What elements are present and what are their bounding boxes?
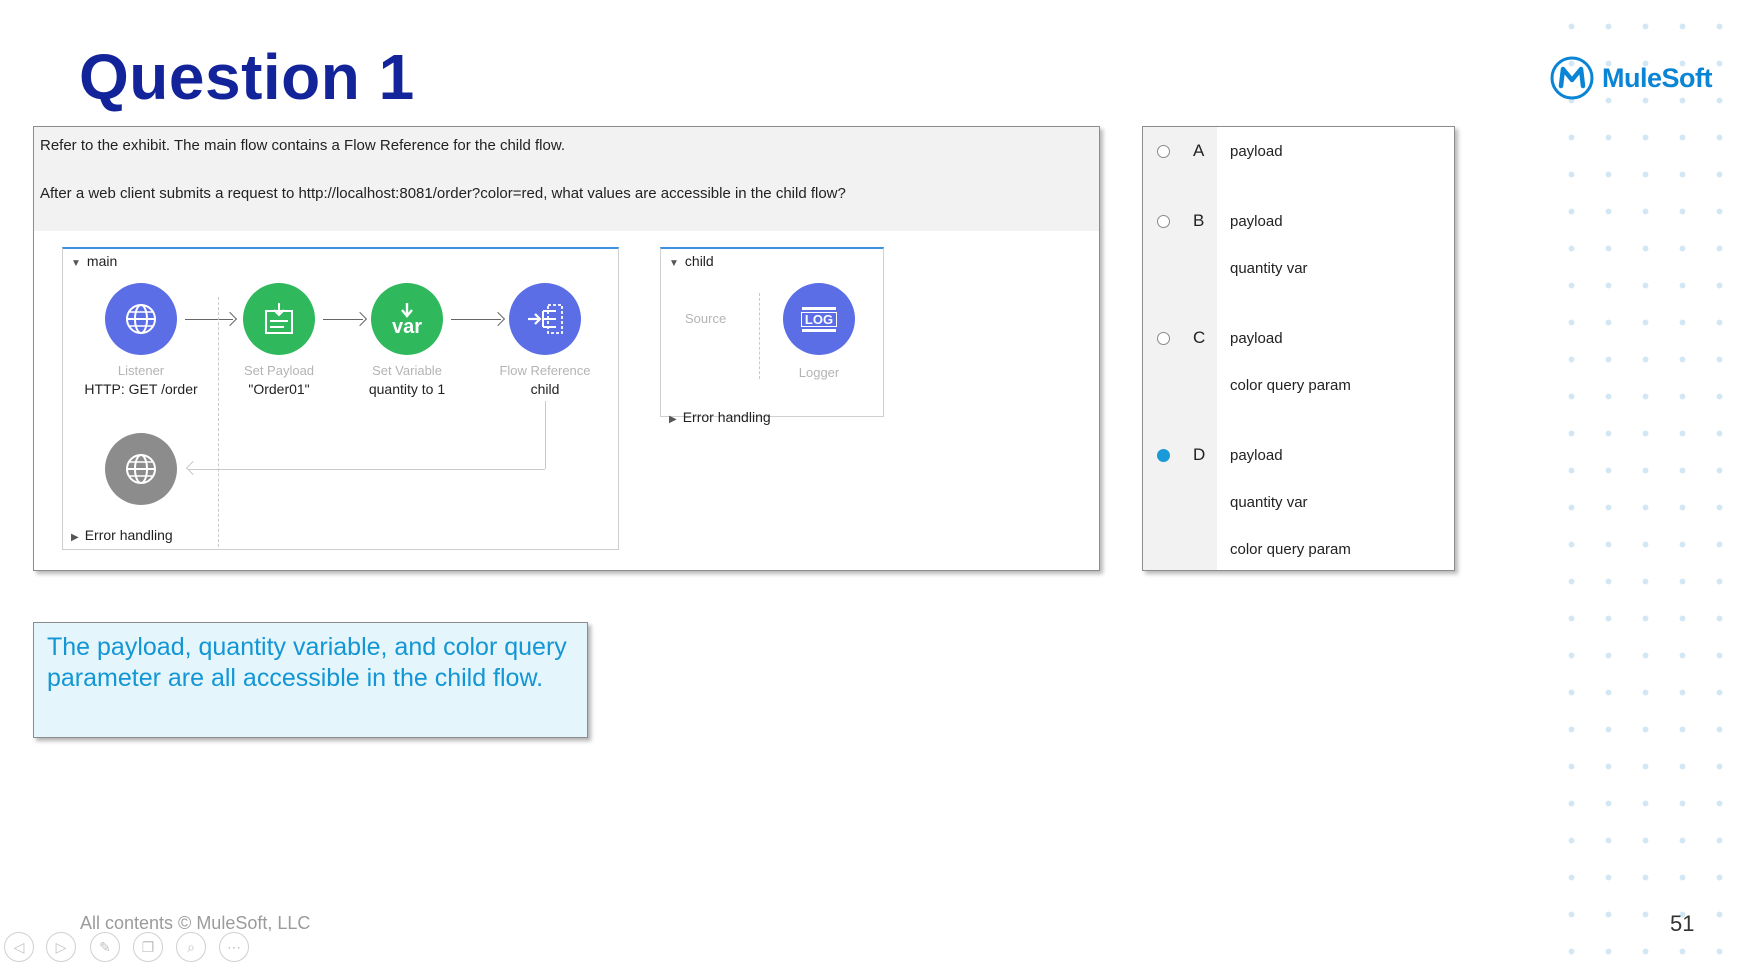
- question-line-2: After a web client submits a request to …: [40, 185, 846, 202]
- radio-option-b[interactable]: [1157, 215, 1170, 228]
- collapse-triangle-icon: ▼: [669, 258, 679, 269]
- option-d-line-2: quantity var: [1230, 494, 1308, 511]
- child-flow-name: child: [684, 253, 714, 269]
- set-payload-label: Set Payload: [243, 363, 315, 378]
- set-payload-icon: [265, 303, 293, 334]
- return-arrowhead: [185, 460, 201, 476]
- flow-arrow: [323, 319, 363, 320]
- option-letter-d: D: [1193, 445, 1206, 464]
- question-text-area: Refer to the exhibit. The main flow cont…: [34, 127, 1099, 231]
- log-icon: LOG: [800, 306, 838, 332]
- option-d-line-3: color query param: [1230, 541, 1351, 558]
- pen-tool-button[interactable]: ✎: [90, 932, 120, 962]
- logo-text: MuleSoft: [1602, 62, 1713, 93]
- radio-option-d[interactable]: [1157, 449, 1170, 462]
- main-flow-name: main: [86, 253, 118, 269]
- globe-icon: [126, 454, 156, 484]
- main-error-handling-label: Error handling: [84, 527, 173, 543]
- logger-label: Logger: [798, 365, 840, 380]
- listener-node: [105, 283, 177, 355]
- flow-arrow: [185, 319, 233, 320]
- set-variable-node: var: [371, 283, 443, 355]
- answer-options-panel: A payload B payload quantity var C paylo…: [1142, 126, 1455, 571]
- more-icon: ⋯: [227, 938, 241, 955]
- child-flow-header: ▼ child: [669, 253, 714, 269]
- mulesoft-m-icon: [1550, 56, 1594, 100]
- return-path-vertical: [545, 401, 546, 469]
- zoom-button[interactable]: ⌕: [176, 932, 206, 962]
- expand-triangle-icon: ▶: [71, 532, 79, 543]
- slides-icon: ❐: [141, 938, 155, 955]
- answer-explanation-box: The payload, quantity variable, and colo…: [33, 622, 588, 738]
- option-c-line-1: payload: [1230, 330, 1283, 347]
- next-icon: ▷: [55, 938, 67, 955]
- answer-selector-column: [1143, 127, 1217, 570]
- option-b-line-2: quantity var: [1230, 260, 1308, 277]
- response-node: [105, 433, 177, 505]
- flow-reference-node: [509, 283, 581, 355]
- question-line-1: Refer to the exhibit. The main flow cont…: [40, 137, 565, 154]
- more-options-button[interactable]: ⋯: [219, 932, 249, 962]
- mulesoft-logo: MuleSoft: [1550, 56, 1713, 100]
- zoom-icon: ⌕: [187, 938, 195, 955]
- flow-reference-value: child: [530, 381, 560, 397]
- option-b-line-1: payload: [1230, 213, 1283, 230]
- collapse-triangle-icon: ▼: [71, 258, 81, 269]
- see-all-slides-button[interactable]: ❐: [133, 932, 163, 962]
- option-c-line-2: color query param: [1230, 377, 1351, 394]
- expand-triangle-icon: ▶: [669, 414, 677, 425]
- main-flow-header: ▼ main: [71, 253, 117, 269]
- decorative-dot-pattern: [1545, 0, 1748, 956]
- slide-title: Question 1: [79, 41, 415, 113]
- previous-icon: ◁: [13, 938, 25, 955]
- previous-slide-button[interactable]: ◁: [4, 932, 34, 962]
- child-error-handling[interactable]: ▶ Error handling: [669, 409, 771, 425]
- question-panel: Refer to the exhibit. The main flow cont…: [33, 126, 1100, 571]
- return-path-horizontal: [189, 469, 545, 470]
- logger-node: LOG: [783, 283, 855, 355]
- set-payload-node: [243, 283, 315, 355]
- set-variable-label: Set Variable: [372, 363, 442, 378]
- page-number: 51: [1670, 911, 1695, 936]
- option-letter-a: A: [1193, 141, 1205, 160]
- flow-reference-icon: [528, 304, 563, 334]
- source-placeholder: Source: [685, 311, 727, 326]
- next-slide-button[interactable]: ▷: [46, 932, 76, 962]
- option-letter-b: B: [1193, 211, 1205, 230]
- option-letter-c: C: [1193, 328, 1206, 347]
- copyright-footer: All contents © MuleSoft, LLC: [80, 913, 311, 933]
- flow-reference-label: Flow Reference: [499, 363, 591, 378]
- child-error-handling-label: Error handling: [682, 409, 771, 425]
- main-error-handling[interactable]: ▶ Error handling: [71, 527, 173, 543]
- answer-explanation-text: The payload, quantity variable, and colo…: [47, 633, 567, 692]
- child-flow-diagram: ▼ child Source LOG Logger ▶ Error handling: [660, 247, 884, 425]
- option-d-line-1: payload: [1230, 447, 1283, 464]
- main-flow-diagram: ▼ main Listener HTTP: GET /order Set Pay…: [62, 247, 619, 550]
- set-payload-value: "Order01": [248, 381, 310, 397]
- set-variable-value: quantity to 1: [368, 381, 446, 397]
- option-a-line-1: payload: [1230, 143, 1283, 160]
- radio-option-a[interactable]: [1157, 145, 1170, 158]
- listener-label: Listener: [117, 363, 165, 378]
- listener-value: HTTP: GET /order: [84, 381, 198, 397]
- var-icon: var: [391, 315, 423, 338]
- radio-option-c[interactable]: [1157, 332, 1170, 345]
- flow-arrow: [451, 319, 501, 320]
- pen-icon: ✎: [99, 938, 111, 955]
- globe-icon: [126, 304, 156, 334]
- source-divider: [218, 297, 219, 547]
